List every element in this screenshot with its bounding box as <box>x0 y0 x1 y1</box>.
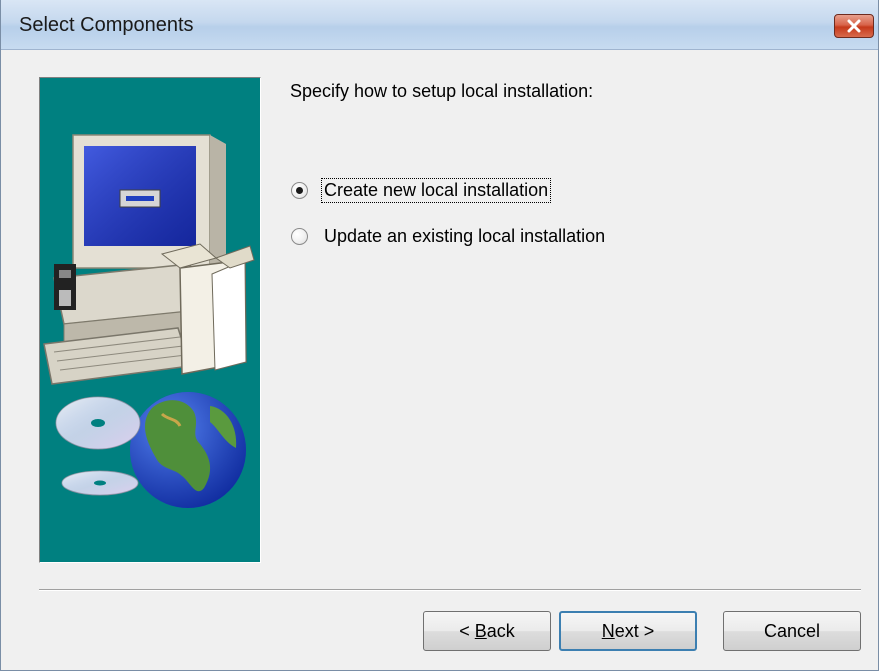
computer-illustration-icon <box>43 134 255 508</box>
title-bar[interactable]: Select Components <box>1 0 878 50</box>
computer-install-illustration <box>39 77 261 563</box>
next-label-rest: ext <box>614 620 639 641</box>
back-label-rest: ack <box>486 620 515 641</box>
radio-dot-icon <box>296 186 303 194</box>
instruction-text: Specify how to setup local installation: <box>290 81 594 101</box>
next-arrow-icon: > <box>643 620 655 641</box>
next-button[interactable]: Next > <box>559 611 697 651</box>
setup-dialog: Select Components Specify how to setup l… <box>0 0 879 671</box>
option-label-update-existing[interactable]: Update an existing local installation <box>322 225 607 248</box>
radio-button-unchecked[interactable] <box>291 227 308 245</box>
close-button[interactable] <box>834 14 874 38</box>
option-update-existing[interactable]: Update an existing local installation <box>291 223 607 249</box>
option-create-new[interactable]: Create new local installation <box>291 177 552 203</box>
option-label-create-new[interactable]: Create new local installation <box>320 177 552 203</box>
back-arrow-icon: < <box>459 620 470 641</box>
back-button[interactable]: < Back <box>423 611 551 651</box>
dialog-body: Specify how to setup local installation:… <box>1 50 878 670</box>
divider <box>39 589 861 591</box>
cancel-button[interactable]: Cancel <box>723 611 861 651</box>
back-mnemonic: B <box>474 620 487 641</box>
close-x-icon <box>847 19 861 33</box>
radio-button-checked[interactable] <box>291 181 308 199</box>
window-title: Select Components <box>19 14 194 36</box>
next-mnemonic: N <box>601 620 615 641</box>
